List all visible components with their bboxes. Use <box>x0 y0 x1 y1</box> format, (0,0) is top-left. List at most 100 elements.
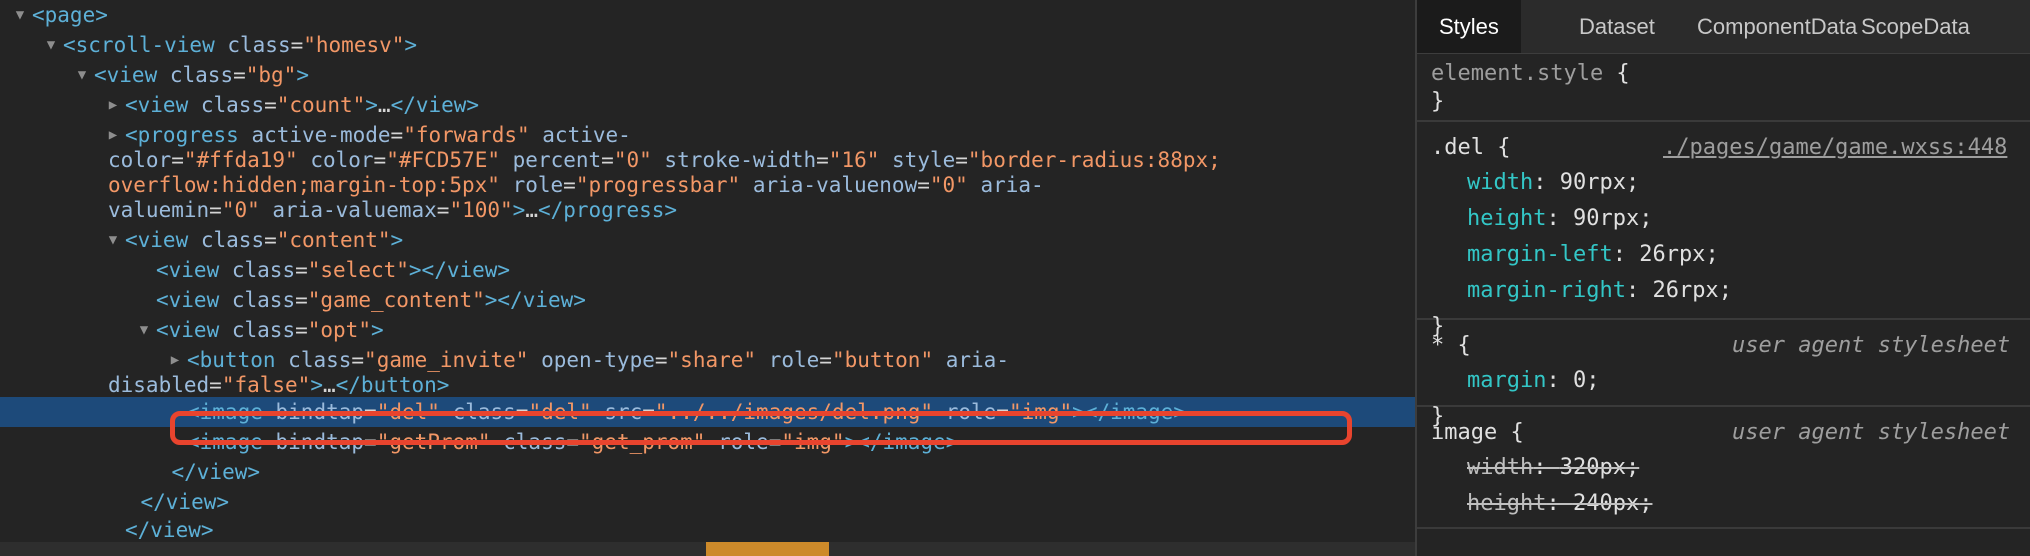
style-declaration[interactable]: height: 90rpx; <box>1467 201 1652 237</box>
code-token: "../../images/del.png" <box>654 400 934 424</box>
code-token: role <box>768 348 820 372</box>
tree-row[interactable]: ▶ <progress active-mode="forwards" active… <box>0 120 1415 150</box>
property-value[interactable]: 90rpx <box>1560 170 1626 195</box>
tab-dataset[interactable]: Dataset <box>1579 0 1655 53</box>
code-token: "0" <box>613 148 652 172</box>
code-token: class <box>169 63 234 87</box>
property-value[interactable]: 26rpx <box>1639 242 1705 267</box>
tree-node-text: <view class="count">…</view> <box>125 90 479 120</box>
tree-row[interactable]: </view> <box>0 487 1415 517</box>
style-rule: * {user agent stylesheet margin: 0;} <box>1417 320 2030 429</box>
rule-selector[interactable]: * <box>1431 333 1444 358</box>
property-name[interactable]: margin-right <box>1467 278 1626 303</box>
style-declaration[interactable]: height: 240px; <box>1467 486 1652 522</box>
code-token: "0" <box>929 173 968 197</box>
code-token: = <box>233 63 246 87</box>
property-name[interactable]: height <box>1467 491 1546 516</box>
tab-styles[interactable]: Styles <box>1417 0 1521 53</box>
collapse-triangle-icon[interactable]: ▼ <box>12 0 28 30</box>
tree-node-text: <view class="content"> <box>125 225 403 255</box>
code-token: = <box>171 148 184 172</box>
code-token: class <box>452 400 516 424</box>
property-name[interactable]: height <box>1467 206 1546 231</box>
tree-row[interactable]: ▼ <scroll-view class="homesv"> <box>0 30 1415 60</box>
code-token: role <box>512 173 564 197</box>
style-declaration[interactable]: width: 90rpx; <box>1467 165 1639 201</box>
property-name[interactable]: width <box>1467 170 1533 195</box>
property-name[interactable]: width <box>1467 455 1533 480</box>
code-token: "false" <box>221 373 311 397</box>
tree-row[interactable]: <image bindtap="getProm" class="get_prom… <box>0 427 1415 457</box>
tree-row[interactable]: ▼ <view class="bg"> <box>0 60 1415 90</box>
tree-row[interactable]: <view class="game_content"></view> <box>0 285 1415 315</box>
tree-row[interactable]: ▶ <view class="count">…</view> <box>0 90 1415 120</box>
property-value[interactable]: 26rpx <box>1652 278 1718 303</box>
rule-selector-line: .del { <box>1431 135 1511 160</box>
code-token: … <box>377 93 391 117</box>
rule-selector-line: * { <box>1431 333 1471 358</box>
code-token: class <box>231 288 296 312</box>
code-token: aria- <box>980 173 1044 197</box>
code-token: stroke-width <box>664 148 817 172</box>
style-declaration[interactable]: margin: 0; <box>1467 363 1599 399</box>
property-name[interactable]: margin <box>1467 368 1546 393</box>
code-token: = <box>566 430 580 454</box>
rule-selector[interactable]: element.style <box>1431 61 1603 86</box>
code-token: class <box>288 348 352 372</box>
code-token: "button" <box>831 348 934 372</box>
code-token: valuemin <box>108 198 210 222</box>
tree-node-text: </view> <box>172 457 261 487</box>
rule-selector[interactable]: .del <box>1431 135 1484 160</box>
tree-row[interactable]: ▼ <view class="opt"> <box>0 315 1415 345</box>
tree-row[interactable]: ▶ <button class="game_invite" open-type="… <box>0 345 1415 375</box>
code-token: > <box>404 33 418 57</box>
code-token: = <box>209 198 222 222</box>
rule-origin-label: user agent stylesheet <box>1732 333 2011 358</box>
tree-node-text: <image bindtap="getProm" class="get_prom… <box>187 427 958 457</box>
collapse-triangle-icon[interactable]: ▼ <box>136 315 152 345</box>
property-value[interactable]: 0 <box>1573 368 1586 393</box>
rule-selector[interactable]: image <box>1431 420 1497 445</box>
code-token: > <box>310 373 323 397</box>
tree-row-selected[interactable]: <image bindtap="del" class="del" src="..… <box>0 397 1415 427</box>
tree-row[interactable]: </view> <box>0 515 1415 545</box>
collapse-triangle-icon[interactable]: ▼ <box>105 225 121 255</box>
code-token: ></view> <box>408 258 511 282</box>
tree-row[interactable]: <view class="select"></view> <box>0 255 1415 285</box>
code-token: = <box>642 400 655 424</box>
scrollbar-thumb[interactable] <box>706 542 829 556</box>
property-name[interactable]: margin-left <box>1467 242 1613 267</box>
tab-scopedata[interactable]: ScopeData <box>1861 0 1970 53</box>
expand-triangle-icon[interactable]: ▶ <box>105 90 121 120</box>
property-value[interactable]: 90rpx <box>1573 206 1639 231</box>
tab-componentdata[interactable]: ComponentData <box>1697 0 1857 53</box>
elements-tree: </view> </view> </view> <image bindtap="get… <box>0 0 1415 556</box>
property-value[interactable]: 240px <box>1573 491 1639 516</box>
rule-source-link[interactable]: ./pages/game/game.wxss:448 <box>1663 130 2007 166</box>
style-declaration[interactable]: width: 320px; <box>1467 450 1639 486</box>
style-declaration[interactable]: margin-right: 26rpx; <box>1467 273 1732 309</box>
code-token: "#ffda19" <box>183 148 298 172</box>
tree-row[interactable]: ▼ <view class="content"> <box>0 225 1415 255</box>
expand-triangle-icon[interactable]: ▶ <box>167 345 183 375</box>
expand-triangle-icon[interactable]: ▶ <box>105 120 121 150</box>
property-value[interactable]: 320px <box>1560 455 1626 480</box>
tree-row[interactable]: </view> <box>0 457 1415 487</box>
tree-row[interactable]: ▼ <page> <box>0 0 1415 30</box>
collapse-triangle-icon[interactable]: ▼ <box>74 60 90 90</box>
horizontal-scrollbar[interactable] <box>0 542 1415 556</box>
code-token: > <box>512 198 526 222</box>
collapse-triangle-icon[interactable]: ▼ <box>43 30 59 60</box>
style-declaration[interactable]: margin-left: 26rpx; <box>1467 237 1719 273</box>
code-token: ></view> <box>484 288 586 312</box>
code-token: <view <box>156 258 220 282</box>
code-token: <image <box>187 430 263 454</box>
code-token: role <box>945 400 997 424</box>
